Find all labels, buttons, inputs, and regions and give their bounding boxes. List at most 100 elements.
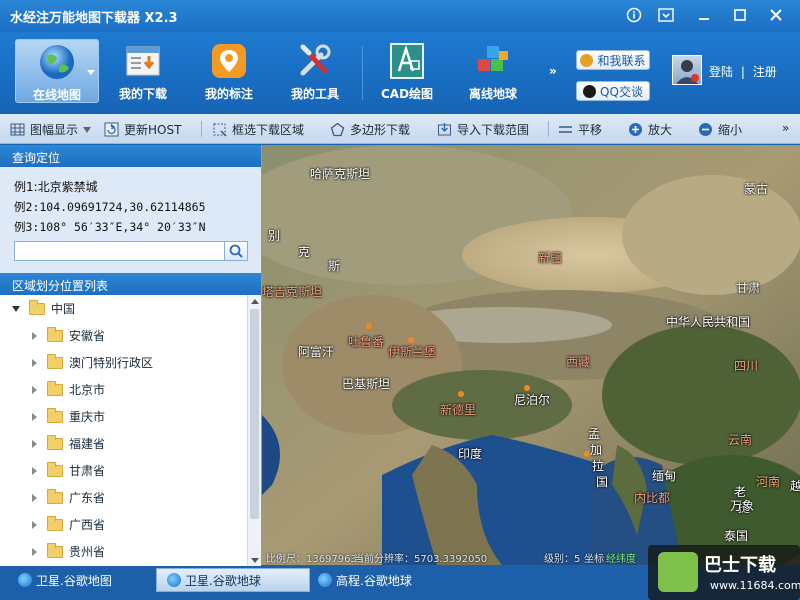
cmd-label: 放大	[648, 123, 673, 137]
tab-google-earth-elevation[interactable]: 高程.谷歌地球	[308, 568, 422, 592]
expand-icon[interactable]	[32, 412, 37, 421]
info-icon	[626, 7, 642, 23]
folder-icon	[47, 434, 63, 450]
map-place-label: 国	[596, 475, 609, 489]
cmd-label: 框选下载区域	[232, 123, 305, 137]
tool-offline-earth[interactable]: 离线地球	[452, 39, 534, 103]
tree-item-province[interactable]: 安徽省	[32, 322, 105, 349]
tree-item-label: 广西省	[69, 518, 106, 532]
folder-icon	[47, 353, 63, 369]
close-icon	[770, 9, 782, 21]
cmd-zoom-out[interactable]: 缩小	[698, 121, 742, 138]
expand-icon[interactable]	[12, 305, 20, 312]
tree-item-china[interactable]: 中国	[12, 295, 75, 322]
title-bar: 水经注万能地图下载器 X2.3	[0, 0, 800, 32]
scroll-up-icon[interactable]	[251, 299, 259, 304]
tree-item-province[interactable]: 重庆市	[32, 403, 105, 430]
search-icon	[229, 244, 243, 258]
scroll-down-icon[interactable]	[251, 558, 259, 563]
expand-icon[interactable]	[32, 331, 37, 340]
cubes-icon	[478, 46, 508, 71]
download-list-icon	[126, 46, 160, 76]
scale-text: 比例尺：136979639	[266, 554, 364, 565]
cmdbar-more-button[interactable]: »	[782, 121, 789, 135]
tool-my-tools[interactable]: 我的工具	[274, 39, 356, 103]
map-place-label: 尼泊尔	[514, 393, 551, 407]
map-place-label: 中华人民共和国	[666, 315, 751, 329]
cmd-import-range[interactable]: 导入下载范围	[437, 121, 529, 138]
cmd-rect-select[interactable]: 框选下载区域	[212, 121, 304, 138]
tab-label: 卫星.谷歌地球	[185, 573, 261, 588]
expand-icon[interactable]	[32, 385, 37, 394]
search-button[interactable]	[224, 241, 248, 261]
tool-my-downloads[interactable]: 我的下载	[102, 39, 184, 103]
tree-item-province[interactable]: 澳门特别行政区	[32, 349, 153, 376]
info-button[interactable]	[620, 4, 648, 26]
menu-button[interactable]	[652, 4, 680, 26]
tool-label: 我的工具	[290, 87, 339, 101]
expand-icon[interactable]	[32, 547, 37, 556]
expand-icon[interactable]	[32, 358, 37, 367]
refresh-icon	[104, 122, 119, 137]
tree-item-label: 贵州省	[69, 545, 106, 559]
map-view[interactable]: 哈萨克斯坦 蒙古别克斯 新疆 甘肃 塔吉克斯坦 中华人民共和国 阿富汗 吐鲁番 伊斯兰堡 西藏 四川…	[262, 145, 800, 565]
qq-chat-button[interactable]: QQ交谈	[576, 81, 650, 101]
tool-cad-drawing[interactable]: CAD绘图	[366, 39, 448, 103]
toolbar-more-button[interactable]: »	[549, 64, 557, 78]
watermark-title: 巴士下载	[704, 555, 776, 576]
menu-icon	[658, 8, 674, 22]
map-pin-icon	[212, 44, 246, 78]
tab-google-earth-satellite[interactable]: 卫星.谷歌地球	[156, 568, 310, 592]
qq-label: QQ交谈	[600, 84, 643, 99]
cad-drawing-icon	[390, 43, 424, 79]
cmd-polygon-download[interactable]: 多边形下载	[330, 121, 410, 138]
tool-my-marks[interactable]: 我的标注	[188, 39, 270, 103]
close-button[interactable]	[762, 4, 790, 26]
tree-item-province[interactable]: 广东省	[32, 484, 105, 511]
city-marker	[458, 391, 464, 397]
tree-item-label: 甘肃省	[69, 464, 106, 478]
chevron-down-icon[interactable]	[87, 70, 95, 75]
tree-scrollbar[interactable]	[247, 295, 261, 567]
login-link[interactable]: 登陆	[709, 65, 733, 79]
expand-icon[interactable]	[32, 493, 37, 502]
tool-label: 我的标注	[204, 87, 253, 101]
expand-icon[interactable]	[32, 466, 37, 475]
avatar[interactable]	[672, 55, 702, 85]
tree-item-province[interactable]: 福建省	[32, 430, 105, 457]
tool-online-map[interactable]: 在线地图	[15, 39, 99, 103]
contact-us-button[interactable]: 和我联系	[576, 50, 650, 70]
scroll-thumb[interactable]	[250, 309, 259, 519]
cmd-pan[interactable]: 平移	[558, 121, 602, 138]
tab-google-map-satellite[interactable]: 卫星.谷歌地图	[8, 568, 122, 592]
register-link[interactable]: 注册	[753, 65, 777, 79]
search-input[interactable]	[14, 241, 226, 261]
resolution-text: 当前分辨率：5703.3392050	[354, 554, 488, 565]
tree-item-province[interactable]: 北京市	[32, 376, 105, 403]
map-place-label: 斯	[328, 259, 341, 273]
maximize-button[interactable]	[726, 4, 754, 26]
map-place-label: 哈萨克斯坦	[310, 167, 371, 181]
tree-item-province[interactable]: 甘肃省	[32, 457, 105, 484]
cmd-label: 缩小	[718, 123, 743, 137]
satellite-map-image	[262, 145, 800, 565]
cmd-update-host[interactable]: 更新HOST	[104, 121, 181, 138]
tree-item-province[interactable]: 贵州省	[32, 538, 105, 565]
expand-icon[interactable]	[32, 439, 37, 448]
map-place-label: 拉	[592, 459, 605, 473]
expand-icon[interactable]	[32, 520, 37, 529]
tree-item-label: 安徽省	[69, 329, 106, 343]
query-section-title: 查询定位	[0, 145, 261, 167]
folder-icon	[47, 326, 63, 342]
tab-label: 高程.谷歌地球	[336, 573, 412, 588]
map-place-label: 克	[298, 245, 311, 259]
minimize-button[interactable]	[690, 4, 718, 26]
tools-icon	[300, 44, 331, 76]
cmd-map-sheet[interactable]: 图幅显示	[10, 121, 92, 138]
cmd-zoom-in[interactable]: 放大	[628, 121, 672, 138]
region-tree: 中国 安徽省澳门特别行政区 北京市重庆市福建省甘肃省广东省广西省贵州省	[0, 295, 261, 567]
folder-icon	[47, 488, 63, 504]
example-text: 例3:108° 56′33″E,34° 20′33″N	[14, 220, 206, 234]
tree-item-label: 重庆市	[69, 410, 106, 424]
tree-item-province[interactable]: 广西省	[32, 511, 105, 538]
